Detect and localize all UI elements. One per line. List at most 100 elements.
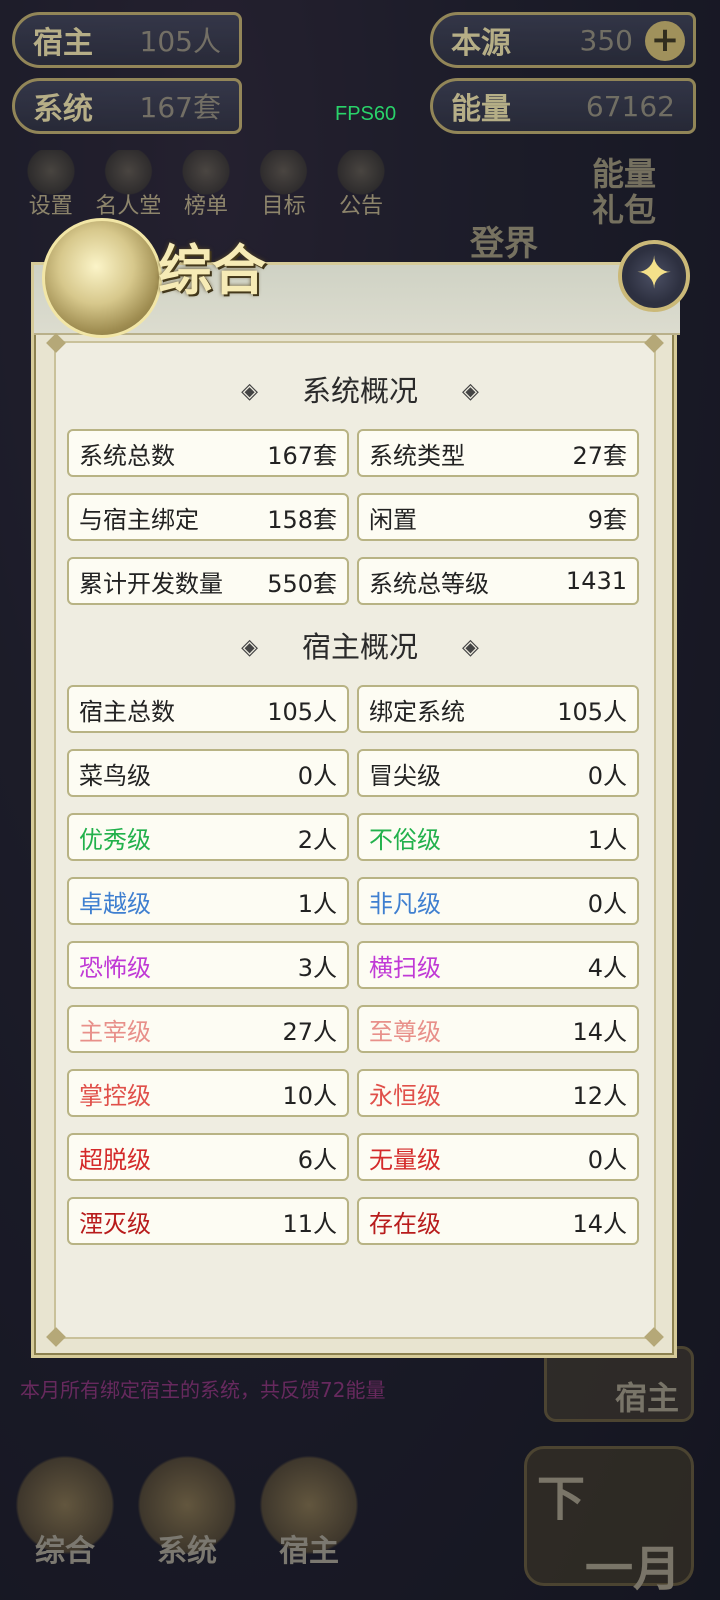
- stat-label: 宿主总数: [79, 697, 175, 726]
- frame-corner: [46, 1327, 66, 1347]
- stat-cell: 不俗级 1人: [357, 813, 639, 861]
- energy-pack-line2: 礼包: [592, 191, 657, 229]
- find-host-line2: 宿主: [614, 1379, 679, 1417]
- system-count-bar: 系统 167套: [12, 78, 242, 134]
- stat-value: 0人: [587, 1145, 627, 1174]
- stat-cell: 掌控级 10人: [67, 1069, 349, 1117]
- nav-system[interactable]: 系统: [132, 1440, 242, 1570]
- system-section-title: 系统概况: [301, 374, 418, 408]
- stat-label: 无量级: [369, 1145, 441, 1174]
- compass-close-icon: ✦: [635, 248, 673, 299]
- diamond-right-icon: ◈: [462, 379, 479, 404]
- stat-label: 累计开发数量: [79, 569, 223, 598]
- stat-cell: 恐怖级 3人: [67, 941, 349, 989]
- stat-label: 非凡级: [369, 889, 441, 918]
- stat-label: 主宰级: [79, 1017, 151, 1046]
- energy-pack-button[interactable]: 能量 礼包: [592, 156, 656, 228]
- stat-cell: 优秀级 2人: [67, 813, 349, 861]
- stat-cell: 横扫级 4人: [357, 941, 639, 989]
- stat-cell: 卓越级 1人: [67, 877, 349, 925]
- stat-value: 0人: [297, 761, 337, 790]
- stat-value: 158套: [267, 505, 337, 534]
- nav-overview[interactable]: 综合: [10, 1440, 120, 1570]
- add-origin-icon[interactable]: +: [645, 21, 685, 61]
- stat-cell: 系统类型 27套: [357, 429, 639, 477]
- next-month-button[interactable]: 下 一月: [524, 1446, 694, 1597]
- origin-bar: 本源 350 +: [430, 12, 696, 68]
- stat-label: 优秀级: [79, 825, 151, 854]
- nav-host[interactable]: 宿主: [254, 1440, 364, 1570]
- stat-value: 167套: [267, 441, 337, 470]
- fps-counter: FPS60: [335, 103, 397, 125]
- frame-corner: [644, 1327, 664, 1347]
- stat-label: 存在级: [369, 1209, 441, 1238]
- stat-label: 湮灭级: [79, 1209, 151, 1238]
- stat-label: 系统总数: [79, 441, 175, 470]
- diamond-left-icon: ◈: [241, 379, 258, 404]
- stat-cell: 非凡级 0人: [357, 877, 639, 925]
- host-section-heading: ◈ 宿主概况 ◈: [0, 624, 720, 666]
- system-label: 系统: [33, 92, 93, 127]
- bottom-nav: 综合 系统 宿主: [10, 1440, 370, 1580]
- host-value: 105人: [139, 25, 221, 58]
- login-button[interactable]: 登界: [470, 216, 538, 265]
- stat-value: 2人: [297, 825, 337, 854]
- overview-dialog: [31, 262, 680, 1358]
- stat-value: 27套: [572, 441, 627, 470]
- stat-label: 超脱级: [79, 1145, 151, 1174]
- energy-value: 67162: [585, 89, 675, 123]
- stat-value: 1人: [297, 889, 337, 918]
- stat-label: 卓越级: [79, 889, 151, 918]
- origin-value: 350: [579, 23, 633, 57]
- energy-bar: 能量 67162: [430, 78, 696, 134]
- stat-cell: 湮灭级 11人: [67, 1197, 349, 1245]
- hall-of-fame-button[interactable]: 名人堂: [93, 150, 164, 220]
- stat-cell: 宿主总数 105人: [67, 685, 349, 733]
- stat-cell: 主宰级 27人: [67, 1005, 349, 1053]
- diamond-left-icon: ◈: [241, 635, 258, 660]
- system-section-heading: ◈ 系统概况 ◈: [0, 368, 720, 410]
- stat-value: 27人: [282, 1017, 337, 1046]
- stat-value: 4人: [587, 953, 627, 982]
- stat-value: 550套: [267, 569, 337, 598]
- host-label: 宿主: [33, 26, 93, 61]
- stat-label: 系统类型: [369, 441, 465, 470]
- stat-value: 6人: [297, 1145, 337, 1174]
- stat-value: 11人: [282, 1209, 337, 1238]
- stat-label: 掌控级: [79, 1081, 151, 1110]
- stat-label: 恐怖级: [79, 953, 151, 982]
- close-button[interactable]: ✦: [618, 240, 690, 312]
- stat-cell: 与宿主绑定 158套: [67, 493, 349, 541]
- stat-value: 12人: [572, 1081, 627, 1110]
- stat-value: 14人: [572, 1017, 627, 1046]
- host-count-bar: 宿主 105人: [12, 12, 242, 68]
- stat-cell: 永恒级 12人: [357, 1069, 639, 1117]
- monthly-feed-text: 本月所有绑定宿主的系统，共反馈72能量: [20, 1378, 386, 1402]
- announcement-button[interactable]: 公告: [326, 150, 396, 220]
- stat-cell: 累计开发数量 550套: [67, 557, 349, 605]
- ranking-button[interactable]: 榜单: [171, 150, 241, 220]
- stat-label: 至尊级: [369, 1017, 441, 1046]
- host-section-title: 宿主概况: [301, 630, 418, 664]
- stat-value: 105人: [267, 697, 337, 726]
- stat-value: 14人: [572, 1209, 627, 1238]
- stat-label: 横扫级: [369, 953, 441, 982]
- stat-cell: 无量级 0人: [357, 1133, 639, 1181]
- settings-button[interactable]: 设置: [16, 150, 86, 220]
- stat-label: 菜鸟级: [79, 761, 151, 790]
- planet-orb-icon: [42, 218, 162, 338]
- stat-label: 与宿主绑定: [79, 505, 199, 534]
- stat-value: 1431: [565, 567, 627, 595]
- stat-value: 1人: [587, 825, 627, 854]
- stat-label: 闲置: [369, 505, 417, 534]
- stat-label: 系统总等级: [369, 569, 489, 598]
- stat-cell: 超脱级 6人: [67, 1133, 349, 1181]
- stat-cell: 系统总等级 1431: [357, 557, 639, 605]
- origin-label: 本源: [451, 26, 511, 61]
- next-month-line2: 一月: [584, 1541, 681, 1597]
- goals-button[interactable]: 目标: [248, 150, 319, 220]
- frame-corner: [644, 333, 664, 353]
- stat-cell: 冒尖级 0人: [357, 749, 639, 797]
- energy-pack-line1: 能量: [592, 155, 657, 193]
- stat-value: 3人: [297, 953, 337, 982]
